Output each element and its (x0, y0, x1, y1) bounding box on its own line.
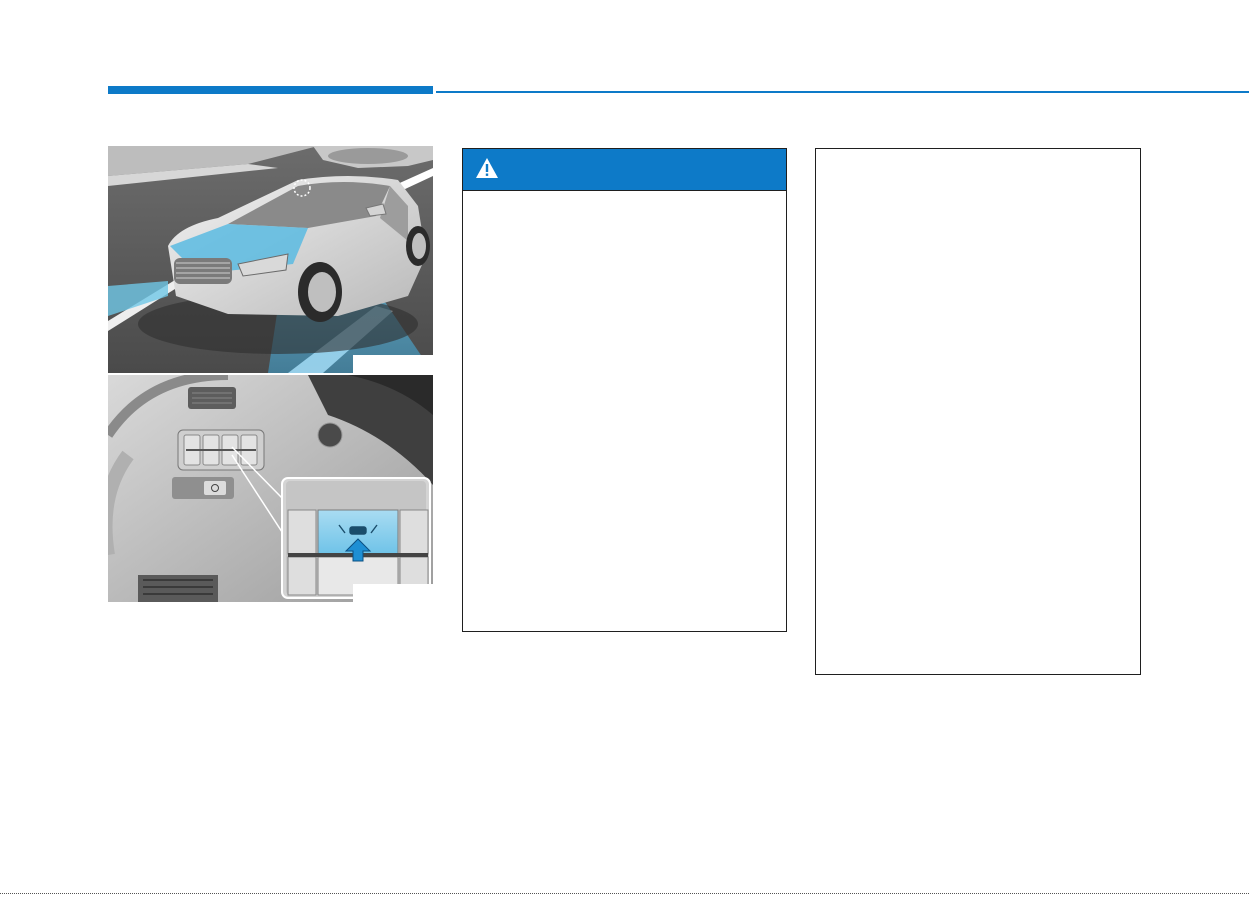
header-rule (436, 91, 1249, 93)
figure-code (353, 355, 433, 373)
footer-dotted-rule (0, 893, 1249, 894)
car-lane-camera-figure (108, 146, 433, 373)
info-body (816, 149, 1140, 173)
warning-triangle-icon (476, 158, 498, 178)
dashboard-illustration (108, 375, 433, 602)
figure-code (353, 584, 433, 602)
warning-header (463, 149, 786, 191)
info-box (815, 148, 1141, 675)
dashboard-button-figure (108, 375, 433, 602)
warning-body (463, 191, 786, 215)
header-accent-bar (108, 86, 433, 94)
car-illustration (108, 146, 433, 373)
warning-box (462, 148, 787, 632)
